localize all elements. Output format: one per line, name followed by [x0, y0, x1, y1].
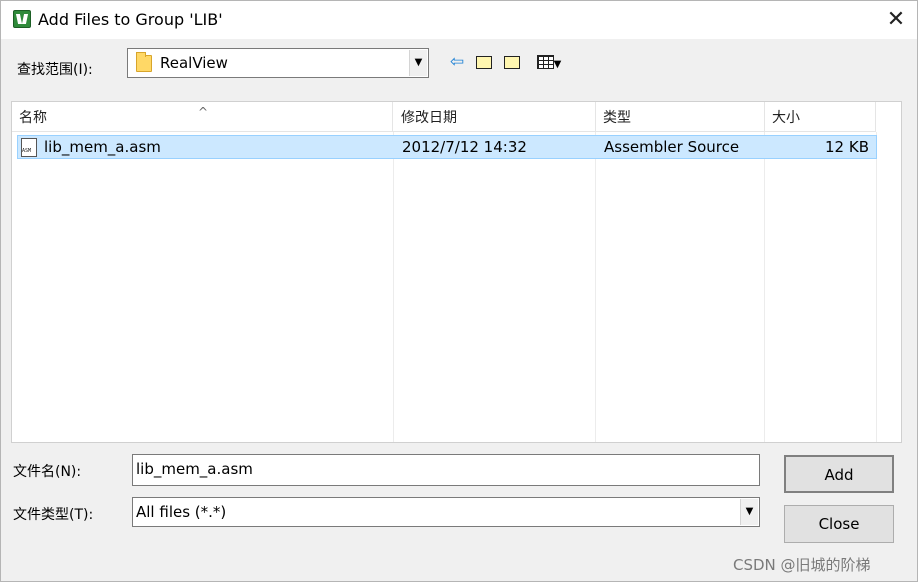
add-files-dialog: Add Files to Group 'LIB' ✕ 查找范围(I): Real…: [0, 0, 918, 582]
lookin-dropdown[interactable]: RealView ▼: [127, 48, 429, 78]
add-button[interactable]: Add: [784, 455, 894, 493]
column-divider: [595, 132, 596, 442]
column-header-label: 大小: [772, 110, 800, 126]
up-folder-icon[interactable]: [473, 51, 495, 73]
column-divider: [393, 132, 394, 442]
filename-label: 文件名(N):: [13, 464, 82, 480]
column-header-label: 名称: [19, 110, 47, 126]
title-bar: Add Files to Group 'LIB' ✕: [1, 1, 917, 39]
file-size: 12 KB: [825, 138, 869, 156]
file-modified: 2012/7/12 14:32: [402, 138, 527, 156]
filetype-dropdown[interactable]: All files (*.*) ▼: [132, 497, 760, 527]
keil-app-icon: [13, 10, 31, 28]
column-divider: [876, 132, 877, 442]
close-button[interactable]: Close: [784, 505, 894, 543]
column-header-label: 修改日期: [401, 110, 457, 126]
table-row[interactable]: lib_mem_a.asm 2012/7/12 14:32 Assembler …: [17, 135, 877, 159]
filetype-value: All files (*.*): [136, 503, 227, 521]
filetype-label: 文件类型(T):: [13, 507, 94, 523]
chevron-down-icon[interactable]: ▼: [740, 499, 758, 525]
chevron-down-icon[interactable]: ▼: [409, 50, 427, 76]
filename-input[interactable]: lib_mem_a.asm: [132, 454, 760, 486]
folder-icon: [136, 52, 152, 72]
column-header-label: 类型: [603, 110, 631, 126]
back-icon[interactable]: ⇦: [446, 51, 468, 73]
watermark: CSDN @旧城的阶梯: [733, 556, 871, 574]
close-icon[interactable]: ✕: [879, 6, 913, 34]
column-header-size[interactable]: 大小: [765, 102, 876, 132]
column-header-type[interactable]: 类型: [596, 102, 765, 132]
new-folder-icon[interactable]: [501, 51, 523, 73]
list-header: 名称 ^ 修改日期 类型 大小: [12, 102, 876, 132]
sort-ascending-icon: ^: [198, 105, 209, 119]
dialog-title: Add Files to Group 'LIB': [38, 10, 223, 29]
lookin-label: 查找范围(I):: [17, 62, 93, 78]
file-type: Assembler Source: [604, 138, 740, 156]
asm-file-icon: [21, 138, 37, 157]
file-name: lib_mem_a.asm: [44, 138, 161, 156]
file-list[interactable]: 名称 ^ 修改日期 类型 大小 lib_mem_a.asm 2012/7/12 …: [11, 101, 902, 443]
column-header-modified[interactable]: 修改日期: [394, 102, 596, 132]
column-header-name[interactable]: 名称 ^: [12, 102, 393, 132]
view-menu-icon[interactable]: ▼: [531, 51, 567, 73]
column-divider: [764, 132, 765, 442]
lookin-value: RealView: [160, 54, 228, 72]
